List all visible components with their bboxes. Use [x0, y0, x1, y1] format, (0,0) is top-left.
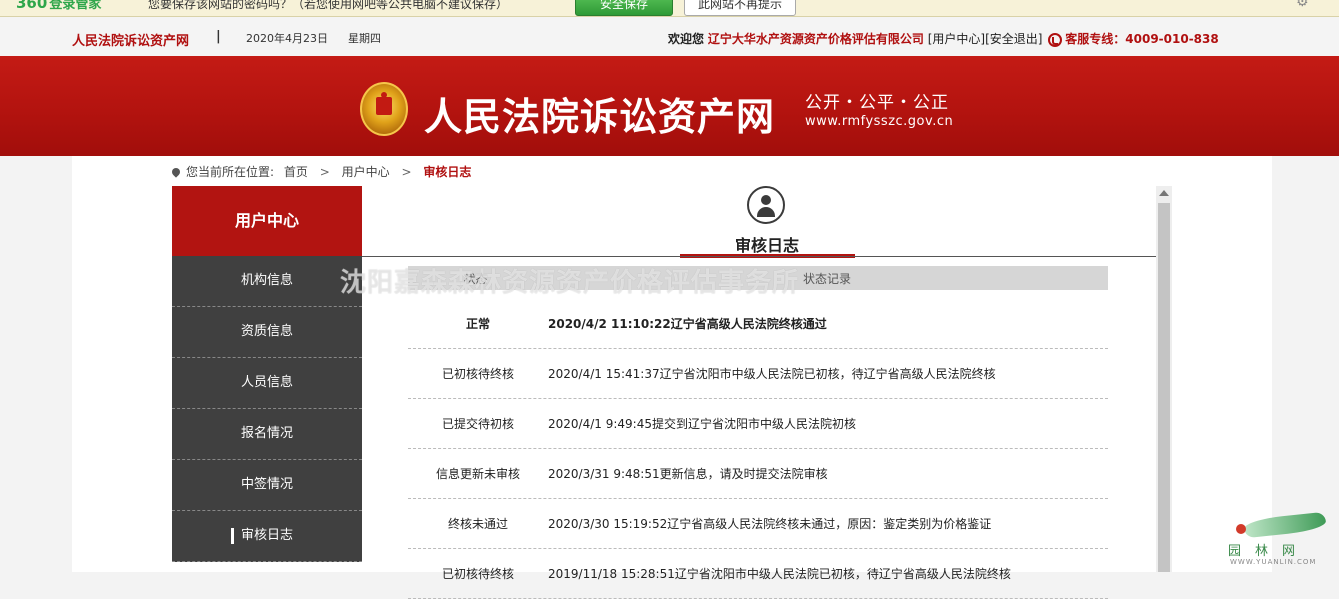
sidebar-item-registration[interactable]: 报名情况 [172, 409, 362, 460]
banner-slogan: 公开・公平・公正 [805, 93, 949, 113]
row-status: 正常 [465, 317, 490, 331]
content-area: 审核日志 状态 状态记录 正常 2020/4/2 11:10:22辽宁省高级人民… [362, 186, 1156, 599]
sidebar-item-qualification[interactable]: 资质信息 [172, 307, 362, 358]
breadcrumb-home[interactable]: 首页 [284, 165, 308, 179]
row-record: 2020/4/2 11:10:22辽宁省高级人民法院终核通过 [548, 317, 827, 331]
row-status: 已初核待终核 [441, 367, 514, 381]
row-status: 已初核待终核 [441, 567, 514, 581]
sidebar: 用户中心 机构信息 资质信息 人员信息 报名情况 中签情况 审核日志 [172, 186, 362, 572]
sidebar-item-personnel[interactable]: 人员信息 [172, 358, 362, 409]
watermark-text: 沈阳嘉森森林资源资产价格评估事务所 [340, 268, 800, 298]
divider [362, 256, 1156, 257]
logout-link[interactable]: [安全退出] [985, 32, 1042, 46]
gear-icon[interactable]: ⚙ [1296, 0, 1309, 10]
current-date: 2020年4月23日 [246, 32, 328, 45]
table-row: 已初核待终核 2020/4/1 15:41:37辽宁省沈阳市中级人民法院已初核，… [408, 348, 1108, 399]
hotline: 客服专线：4009-010-838 [1065, 32, 1219, 46]
row-status: 已提交待初核 [441, 417, 514, 431]
row-status: 终核未通过 [447, 517, 508, 531]
table-row: 信息更新未审核 2020/3/31 9:48:51更新信息，请及时提交法院审核 [408, 448, 1108, 499]
sidebar-item-org-info[interactable]: 机构信息 [172, 256, 362, 307]
sidebar-item-winning-bids[interactable]: 中签情况 [172, 460, 362, 511]
breadcrumb-prefix: 您当前所在位置: [186, 165, 275, 179]
banner-url: www.rmfysszc.gov.cn [805, 114, 954, 129]
row-record: 2020/4/1 9:49:45提交到辽宁省沈阳市中级人民法院初核 [548, 417, 856, 431]
360-logo: 360 登录管家 [16, 0, 102, 12]
user-icon [747, 186, 785, 224]
page-title: 审核日志 [734, 236, 799, 255]
yuanlin-logo: 园林网 WWW.YUANLIN.COM [1226, 511, 1330, 568]
table-row: 终核未通过 2020/3/30 15:19:52辽宁省高级人民法院终核未通过，原… [408, 498, 1108, 549]
logo-url: WWW.YUANLIN.COM [1230, 558, 1317, 566]
sidebar-item-label: 审核日志 [240, 528, 293, 543]
site-banner: 人民法院诉讼资产网 公开・公平・公正 www.rmfysszc.gov.cn [0, 56, 1339, 156]
row-record: 2020/4/1 15:41:37辽宁省沈阳市中级人民法院已初核，待辽宁省高级人… [548, 367, 996, 381]
table-row: 已提交待初核 2020/4/1 9:49:45提交到辽宁省沈阳市中级人民法院初核 [408, 398, 1108, 449]
never-prompt-button[interactable]: 此网站不再提示 [684, 0, 796, 16]
row-record: 2020/3/31 9:48:51更新信息，请及时提交法院审核 [548, 467, 828, 481]
breadcrumb-separator: > [401, 165, 412, 179]
separator: | [216, 29, 221, 44]
main-panel: 您当前所在位置: 首页 > 用户中心 > 审核日志 用户中心 机构信息 资质信息… [72, 156, 1272, 599]
row-record: 2020/3/30 15:19:52辽宁省高级人民法院终核未通过，原因：鉴定类别… [548, 517, 992, 531]
active-indicator [231, 528, 234, 544]
breadcrumb-current: 审核日志 [423, 165, 472, 179]
breadcrumb: 您当前所在位置: 首页 > 用户中心 > 审核日志 [170, 163, 472, 180]
row-status: 信息更新未审核 [435, 467, 520, 481]
logo-name: 园林网 [1228, 544, 1310, 559]
breadcrumb-user-center[interactable]: 用户中心 [342, 165, 390, 179]
current-weekday: 星期四 [348, 32, 381, 45]
sidebar-item-audit-log[interactable]: 审核日志 [172, 511, 362, 562]
scroll-thumb[interactable] [1158, 203, 1170, 572]
user-links: 欢迎您 辽宁大华水产资源资产价格评估有限公司 [用户中心][安全退出] 客服专线… [668, 30, 1219, 47]
sidebar-title: 用户中心 [172, 186, 362, 256]
safe-save-button[interactable]: 安全保存 [575, 0, 673, 16]
company-name[interactable]: 辽宁大华水产资源资产价格评估有限公司 [708, 32, 924, 46]
user-center-link[interactable]: [用户中心] [928, 32, 985, 46]
breadcrumb-separator: > [319, 165, 330, 179]
top-info-bar: 人民法院诉讼资产网 | 2020年4月23日 星期四 欢迎您 辽宁大华水产资源资… [0, 17, 1339, 56]
scroll-up-arrow-icon[interactable] [1159, 190, 1169, 196]
phone-icon [1048, 33, 1063, 47]
row-record: 2019/11/18 15:28:51辽宁省沈阳市中级人民法院已初核，待辽宁省高… [548, 567, 1011, 581]
leaf-icon [1243, 511, 1327, 539]
password-save-prompt: 您要保存该网站的密码吗？（若您使用网吧等公共电脑不建议保存） [148, 0, 509, 11]
password-save-bar: 360 登录管家 您要保存该网站的密码吗？（若您使用网吧等公共电脑不建议保存） 安… [0, 0, 1339, 17]
table-row: 正常 2020/4/2 11:10:22辽宁省高级人民法院终核通过 [408, 298, 1108, 349]
court-emblem-icon [360, 82, 408, 136]
header-record: 状态记录 [803, 272, 852, 286]
content-scrollbar[interactable] [1156, 186, 1172, 572]
welcome-text: 欢迎您 [668, 32, 705, 46]
location-pin-icon [170, 166, 182, 178]
table-row: 已初核待终核 2019/11/18 15:28:51辽宁省沈阳市中级人民法院已初… [408, 548, 1108, 599]
site-name[interactable]: 人民法院诉讼资产网 [72, 30, 189, 49]
logo-dot [1236, 524, 1246, 534]
banner-title: 人民法院诉讼资产网 [424, 95, 776, 139]
